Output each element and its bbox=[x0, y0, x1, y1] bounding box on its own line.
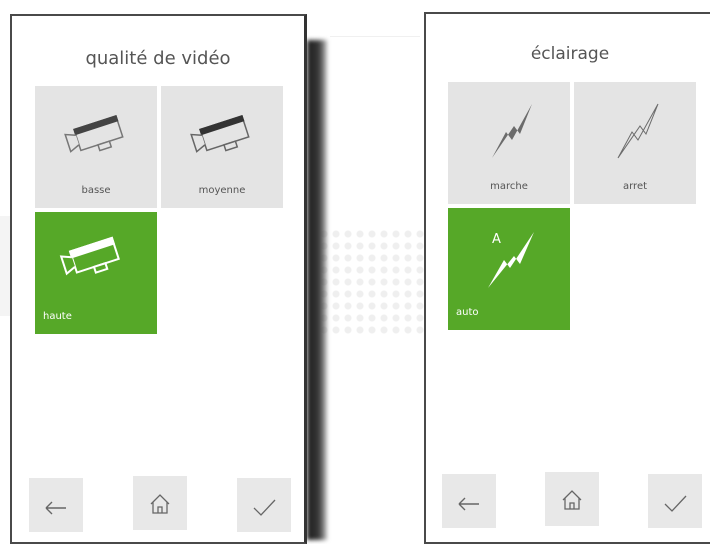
tile-label: basse bbox=[81, 185, 111, 196]
lightning-bolt-outline-icon bbox=[617, 103, 659, 159]
lighting-screen: éclairage marche arret A auto bbox=[424, 12, 710, 544]
lighting-option-off[interactable]: arret bbox=[574, 82, 696, 204]
checkmark-icon bbox=[664, 495, 687, 512]
tile-label: moyenne bbox=[198, 185, 246, 196]
tile-label: haute bbox=[43, 311, 72, 322]
page-title: qualité de vidéo bbox=[85, 48, 231, 69]
confirm-button[interactable] bbox=[648, 474, 702, 528]
background-line bbox=[330, 36, 420, 37]
home-icon bbox=[150, 494, 170, 514]
background-pattern bbox=[318, 228, 428, 338]
tile-label: arret bbox=[622, 181, 648, 192]
camera-icon bbox=[64, 114, 124, 153]
back-button[interactable] bbox=[29, 478, 83, 532]
arrow-left-icon bbox=[458, 497, 479, 511]
camera-icon bbox=[59, 236, 120, 276]
quality-option-medium[interactable]: moyenne bbox=[161, 86, 283, 208]
video-quality-screen: qualité de vidéo basse moyenne haute bbox=[10, 14, 307, 544]
lightning-bolt-icon bbox=[488, 232, 534, 288]
quality-option-high[interactable]: haute bbox=[35, 212, 157, 334]
tile-label: marche bbox=[490, 181, 528, 192]
back-button[interactable] bbox=[442, 474, 496, 528]
background-line bbox=[0, 216, 10, 316]
lightning-bolt-icon bbox=[492, 104, 532, 158]
tile-label: auto bbox=[456, 307, 479, 318]
camera-icon bbox=[190, 114, 250, 153]
quality-option-low[interactable]: basse bbox=[35, 86, 157, 208]
home-button[interactable] bbox=[133, 476, 187, 530]
arrow-left-icon bbox=[45, 501, 66, 515]
checkmark-icon bbox=[253, 499, 276, 516]
lighting-option-on[interactable]: marche bbox=[448, 82, 570, 204]
page-title: éclairage bbox=[530, 44, 610, 64]
confirm-button[interactable] bbox=[237, 478, 291, 532]
screen-shadow bbox=[307, 40, 327, 540]
auto-badge: A bbox=[492, 232, 501, 247]
home-button[interactable] bbox=[545, 472, 599, 526]
lighting-option-auto[interactable]: A auto bbox=[448, 208, 570, 330]
home-icon bbox=[562, 490, 582, 510]
